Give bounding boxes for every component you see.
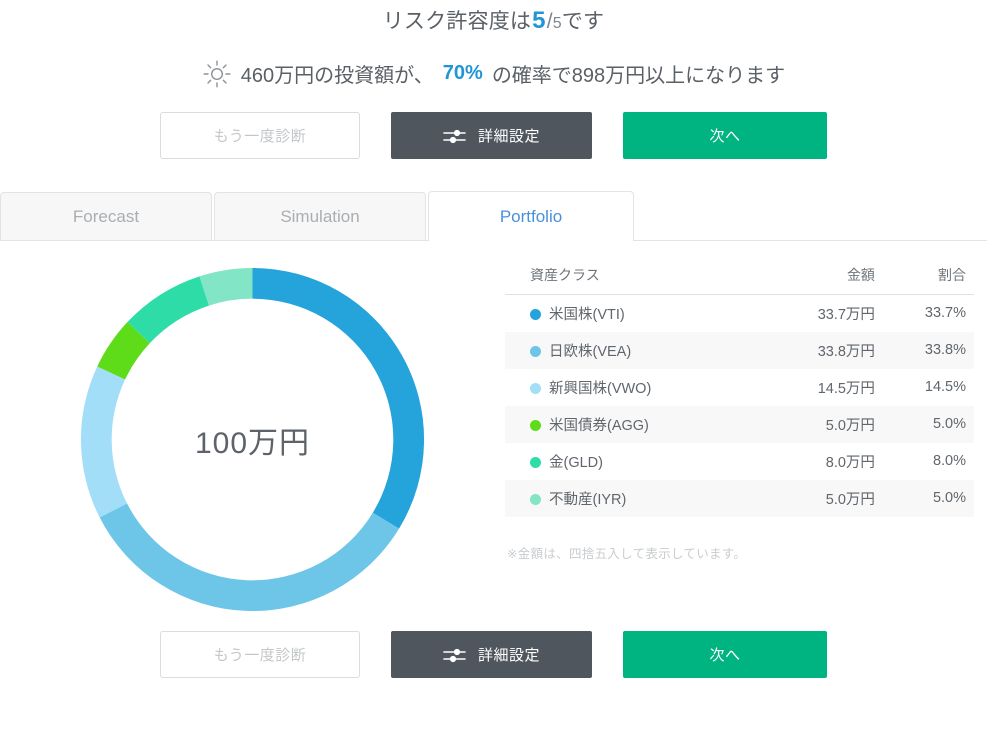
sliders-icon: [443, 645, 467, 665]
next-button-label: 次へ: [709, 128, 741, 145]
rediagnose-button-bottom[interactable]: もう一度診断: [160, 631, 360, 678]
asset-class-cell: 米国債券(AGG): [505, 406, 764, 443]
legend-dot-icon: [530, 456, 541, 468]
asset-class-cell: 新興国株(VWO): [505, 369, 764, 406]
asset-class-cell: 米国株(VTI): [505, 295, 764, 332]
risk-prefix-text: リスク許容度は: [382, 10, 532, 33]
table-header-row: 資産クラス 金額 割合: [505, 257, 974, 295]
detail-settings-button-label: 詳細設定: [477, 128, 540, 145]
tab-simulation-label: Simulation: [280, 206, 360, 226]
asset-class-cell: 不動産(IYR): [505, 480, 764, 517]
allocation-table-head: 資産クラス 金額 割合: [505, 257, 974, 295]
legend-dot-icon: [530, 419, 541, 431]
percent-cell: 33.8%: [924, 342, 966, 358]
table-row: 米国株(VTI) 33.7万円 33.7%: [505, 295, 974, 332]
donut-chart-column: 100万円: [0, 255, 505, 618]
asset-class-label: 米国債券(AGG): [549, 417, 649, 434]
percent-cell: 8.0%: [932, 453, 966, 469]
asset-class-cell: 金(GLD): [505, 443, 764, 480]
forecast-text-part1: 460万円の投資額が、: [240, 64, 434, 87]
next-button-top[interactable]: 次へ: [623, 112, 827, 159]
risk-score-value: 5: [532, 7, 546, 34]
asset-class-label: 日欧株(VEA): [549, 343, 632, 360]
tab-portfolio-label: Portfolio: [499, 206, 563, 226]
column-header-amount: 金額: [764, 257, 887, 295]
amount-cell: 33.7万円: [817, 306, 875, 323]
tab-bar: Forecast Simulation Portfolio: [0, 190, 987, 241]
tab-forecast-label: Forecast: [72, 206, 140, 226]
risk-suffix-text: です: [561, 10, 605, 33]
donut-segment: [127, 276, 209, 344]
action-button-row-top: もう一度診断 詳細設定 次へ: [0, 112, 987, 159]
legend-dot-icon: [530, 382, 541, 394]
donut-segment: [99, 503, 400, 612]
percent-cell: 33.7%: [924, 305, 966, 322]
legend-dot-icon: [530, 345, 541, 357]
amount-cell: 5.0万円: [825, 491, 875, 508]
sliders-icon: [443, 126, 467, 146]
forecast-summary: 460万円の投資額が、 70% の確率で898万円以上になります: [0, 58, 987, 88]
table-row: 日欧株(VEA) 33.8万円 33.8%: [505, 331, 974, 369]
amount-cell: 14.5万円: [817, 380, 875, 397]
donut-segment: [252, 267, 425, 529]
percent-cell: 5.0%: [932, 490, 966, 506]
detail-settings-button-label: 詳細設定: [477, 647, 540, 664]
forecast-text-part2: の確率で898万円以上になります: [491, 64, 786, 87]
amount-cell: 8.0万円: [825, 454, 875, 471]
asset-class-cell: 日欧株(VEA): [505, 332, 764, 369]
table-footnote: ※金額は、四捨五入して表示しています。: [507, 546, 747, 561]
tab-bar-filler: [636, 239, 987, 240]
rediagnose-button-label: もう一度診断: [213, 128, 307, 145]
next-button-label: 次へ: [709, 647, 741, 664]
rediagnose-button-label: もう一度診断: [213, 647, 307, 664]
asset-class-label: 不動産(IYR): [549, 491, 627, 508]
legend-dot-icon: [530, 493, 541, 505]
detail-settings-button-bottom[interactable]: 詳細設定: [391, 631, 592, 678]
sun-icon: [202, 59, 232, 89]
percent-cell: 14.5%: [924, 379, 966, 395]
asset-class-label: 米国株(VTI): [549, 306, 625, 323]
next-button-bottom[interactable]: 次へ: [623, 631, 827, 678]
column-header-percent: 割合: [886, 257, 974, 295]
amount-cell: 5.0万円: [825, 417, 875, 434]
donut-segment: [80, 366, 128, 518]
allocation-table: 資産クラス 金額 割合 米国株(VTI) 33.7万円 33.7% 日欧株(VEA) 3…: [505, 257, 974, 517]
donut-segment: [199, 267, 253, 306]
asset-class-label: 新興国株(VWO): [549, 380, 652, 397]
detail-settings-button-top[interactable]: 詳細設定: [391, 112, 592, 159]
allocation-table-column: 資産クラス 金額 割合 米国株(VTI) 33.7万円 33.7% 日欧株(VEA) 3…: [505, 255, 987, 618]
allocation-donut-chart: 100万円: [74, 261, 431, 618]
risk-tolerance-headline: リスク許容度は5/5です: [0, 0, 987, 35]
table-row: 米国債券(AGG) 5.0万円 5.0%: [505, 405, 974, 443]
risk-score-total: 5: [552, 15, 562, 32]
legend-dot-icon: [530, 308, 541, 320]
forecast-probability: 70%: [442, 61, 483, 84]
tab-forecast[interactable]: Forecast: [0, 192, 212, 240]
tab-portfolio[interactable]: Portfolio: [428, 191, 634, 241]
action-button-row-bottom: もう一度診断 詳細設定 次へ: [0, 631, 987, 678]
column-header-asset-class: 資産クラス: [505, 257, 765, 295]
allocation-table-body: 米国株(VTI) 33.7万円 33.7% 日欧株(VEA) 33.8万円 33.8% 新興…: [505, 295, 974, 517]
rediagnose-button-top[interactable]: もう一度診断: [160, 112, 360, 159]
percent-cell: 5.0%: [932, 416, 966, 432]
portfolio-content: 100万円 資産クラス 金額 割合 米国株(VTI) 33.7万円 33.7% 日欧株…: [0, 241, 987, 618]
asset-class-label: 金(GLD): [549, 454, 603, 471]
table-row: 不動産(IYR) 5.0万円 5.0%: [505, 479, 974, 517]
table-row: 新興国株(VWO) 14.5万円 14.5%: [505, 369, 974, 406]
tab-simulation[interactable]: Simulation: [214, 192, 426, 240]
table-row: 金(GLD) 8.0万円 8.0%: [505, 443, 974, 480]
amount-cell: 33.8万円: [817, 343, 875, 360]
